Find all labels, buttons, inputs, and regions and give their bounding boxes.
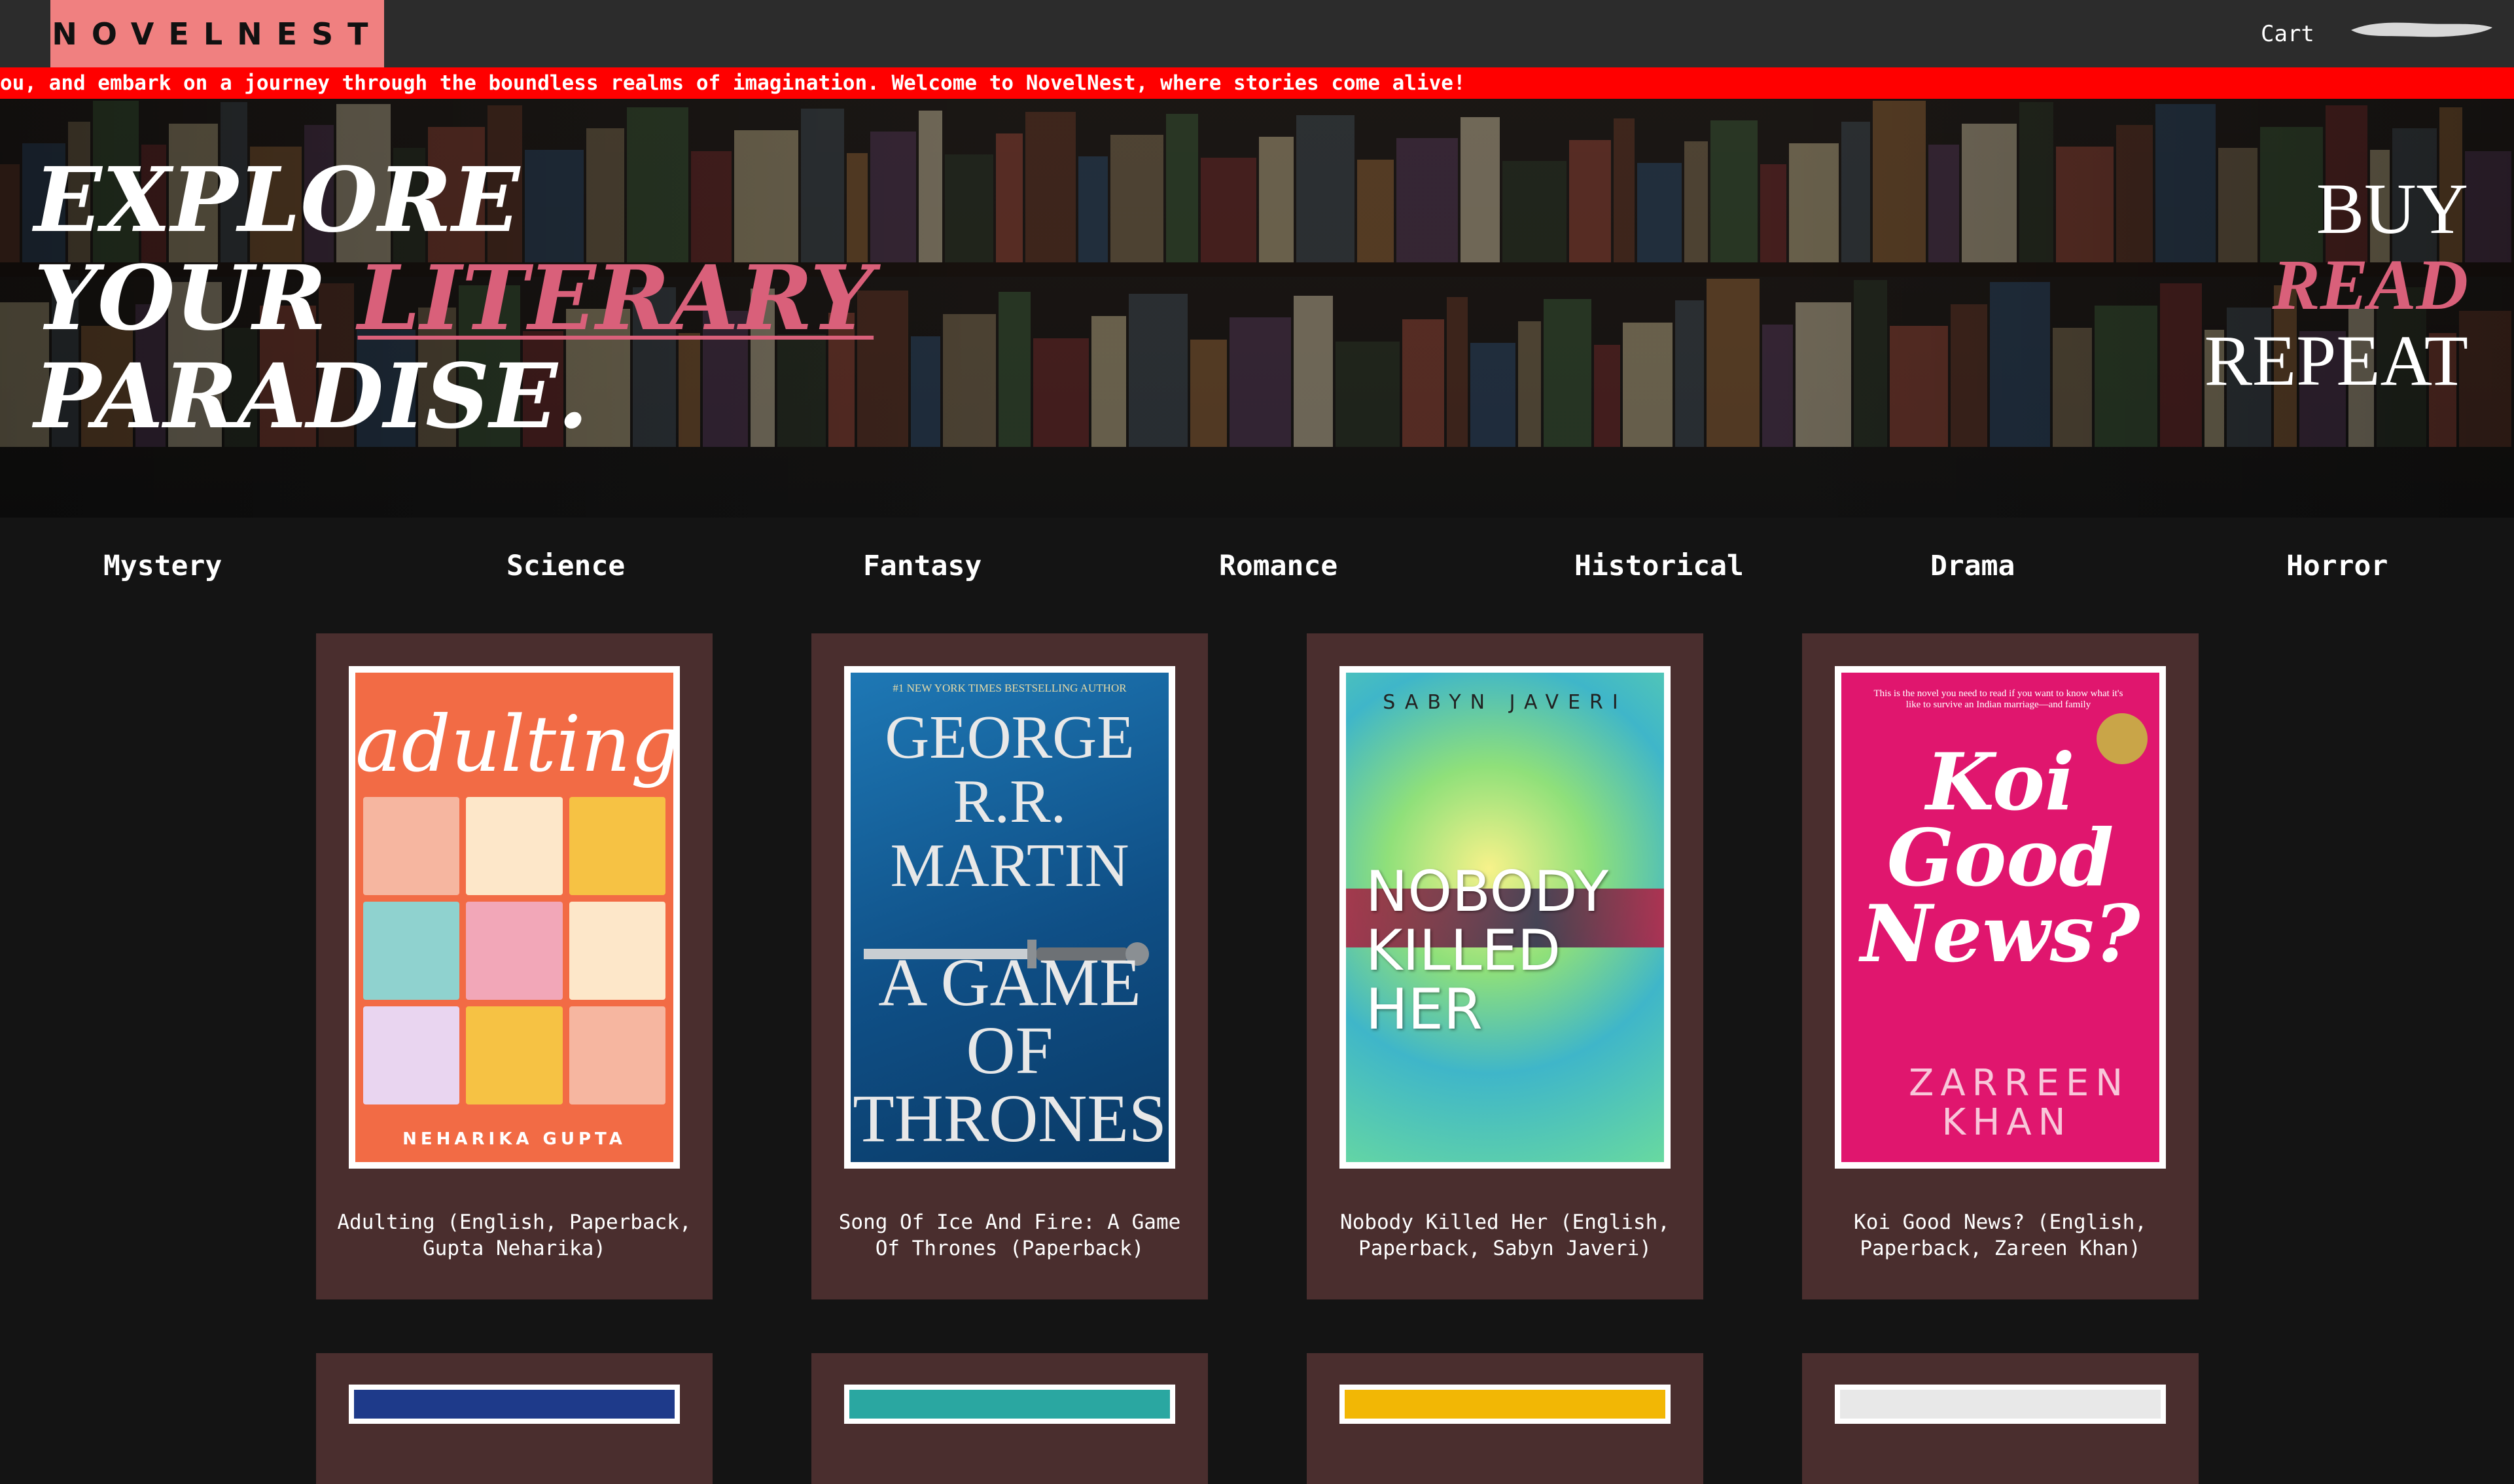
- book-cover[interactable]: #1 NEW YORK TIMES BESTSELLING AUTHOR GEO…: [844, 666, 1175, 1169]
- book-card[interactable]: [1802, 1353, 2199, 1484]
- cover-title-text: A GAME OF THRONES: [853, 945, 1167, 1156]
- cover-tagline: #1 NEW YORK TIMES BESTSELLING AUTHOR: [893, 682, 1127, 694]
- marquee-text: ou, and embark on a journey through the …: [0, 71, 1466, 95]
- category-nav: Mystery Science Fantasy Romance Historic…: [0, 537, 2514, 595]
- hero-slogan: BUY READ REPEAT: [2204, 171, 2468, 398]
- book-card[interactable]: This is the novel you need to read if yo…: [1802, 633, 2199, 1299]
- slogan-repeat: REPEAT: [2204, 321, 2468, 400]
- slogan-read: READ: [2272, 245, 2468, 325]
- cart-link[interactable]: Cart: [2261, 0, 2314, 67]
- top-navbar: NOVELNEST Cart: [0, 0, 2514, 67]
- cover-illustration: [363, 797, 665, 1104]
- hero-line-2-prefix: YOUR: [34, 246, 358, 351]
- category-historical[interactable]: Historical: [1574, 537, 1744, 595]
- book-card[interactable]: [1307, 1353, 1703, 1484]
- book-cover[interactable]: [844, 1385, 1175, 1424]
- announcement-marquee: ou, and embark on a journey through the …: [0, 67, 2514, 99]
- hero-line-1: EXPLORE: [34, 148, 520, 253]
- site-logo[interactable]: NOVELNEST: [50, 0, 384, 67]
- book-cover[interactable]: [1339, 1385, 1671, 1424]
- cover-title-text: NOBODY KILLED HER: [1366, 859, 1609, 1042]
- book-cover[interactable]: This is the novel you need to read if yo…: [1835, 666, 2166, 1169]
- hero-headline: EXPLORE YOUR LITERARY PARADISE.: [34, 151, 874, 446]
- cover-author-text: ZARREEN KHAN: [1909, 1062, 2130, 1144]
- cover-quote: This is the novel you need to read if yo…: [1873, 688, 2123, 710]
- hero-line-2: YOUR LITERARY: [34, 249, 874, 347]
- slogan-buy: BUY: [2316, 169, 2468, 249]
- book-cover[interactable]: [349, 1385, 680, 1424]
- category-romance[interactable]: Romance: [1219, 537, 1337, 595]
- cover-title-text: adulting: [355, 699, 673, 789]
- book-card[interactable]: [811, 1353, 1208, 1484]
- cover-author-text: NEHARIKA GUPTA: [402, 1129, 626, 1149]
- book-card[interactable]: [316, 1353, 713, 1484]
- book-cover[interactable]: adulting NEHARIKA GUPTA: [349, 666, 680, 1169]
- hero-accent-word: LITERARY: [357, 246, 874, 351]
- book-title[interactable]: Koi Good News? (English, Paperback, Zare…: [1815, 1209, 2186, 1262]
- hero-line-3: PARADISE.: [34, 344, 589, 449]
- cover-title-text: Koi Good News?: [1860, 736, 2140, 980]
- category-drama[interactable]: Drama: [1930, 537, 2015, 595]
- category-fantasy[interactable]: Fantasy: [863, 537, 982, 595]
- category-science[interactable]: Science: [506, 537, 625, 595]
- book-title[interactable]: Song Of Ice And Fire: A Game Of Thrones …: [824, 1209, 1195, 1262]
- cover-author-text: SABYN JAVERI: [1383, 691, 1627, 714]
- redacted-user-scribble: [2351, 22, 2492, 37]
- book-cover[interactable]: SABYN JAVERI NOBODY KILLED HER: [1339, 666, 1671, 1169]
- cover-author-text: GEORGE R.R. MARTIN: [885, 703, 1135, 900]
- book-card[interactable]: SABYN JAVERI NOBODY KILLED HER Nobody Ki…: [1307, 633, 1703, 1299]
- book-card[interactable]: adulting NEHARIKA GUPTA Adulting (Englis…: [316, 633, 713, 1299]
- book-card[interactable]: #1 NEW YORK TIMES BESTSELLING AUTHOR GEO…: [811, 633, 1208, 1299]
- book-title[interactable]: Nobody Killed Her (English, Paperback, S…: [1320, 1209, 1690, 1262]
- category-horror[interactable]: Horror: [2286, 537, 2388, 595]
- category-mystery[interactable]: Mystery: [103, 537, 222, 595]
- book-cover[interactable]: [1835, 1385, 2166, 1424]
- hero-banner: EXPLORE YOUR LITERARY PARADISE. BUY READ…: [0, 99, 2514, 518]
- book-title[interactable]: Adulting (English, Paperback, Gupta Neha…: [329, 1209, 699, 1262]
